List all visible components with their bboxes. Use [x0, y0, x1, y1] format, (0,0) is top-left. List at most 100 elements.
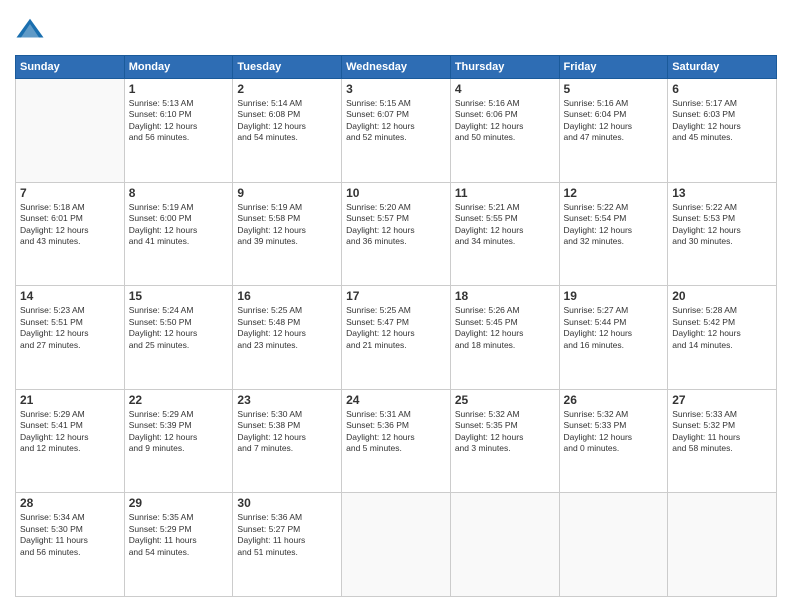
day-number: 15 — [129, 289, 229, 303]
cell-content: Sunrise: 5:14 AM Sunset: 6:08 PM Dayligh… — [237, 98, 337, 144]
calendar-cell: 27 Sunrise: 5:33 AM Sunset: 5:32 PM Dayli… — [668, 389, 777, 493]
cell-content: Sunrise: 5:27 AM Sunset: 5:44 PM Dayligh… — [564, 305, 664, 351]
day-number: 23 — [237, 393, 337, 407]
cell-content: Sunrise: 5:33 AM Sunset: 5:32 PM Dayligh… — [672, 409, 772, 455]
cell-content: Sunrise: 5:34 AM Sunset: 5:30 PM Dayligh… — [20, 512, 120, 558]
day-number: 17 — [346, 289, 446, 303]
day-number: 19 — [564, 289, 664, 303]
calendar-cell: 3 Sunrise: 5:15 AM Sunset: 6:07 PM Daylig… — [342, 79, 451, 183]
day-number: 1 — [129, 82, 229, 96]
cell-content: Sunrise: 5:32 AM Sunset: 5:35 PM Dayligh… — [455, 409, 555, 455]
cell-content: Sunrise: 5:16 AM Sunset: 6:04 PM Dayligh… — [564, 98, 664, 144]
calendar-cell: 19 Sunrise: 5:27 AM Sunset: 5:44 PM Dayli… — [559, 286, 668, 390]
cell-content: Sunrise: 5:30 AM Sunset: 5:38 PM Dayligh… — [237, 409, 337, 455]
calendar-cell: 13Sunrise: 5:22 AM Sunset: 5:53 PM Dayli… — [668, 182, 777, 286]
day-number: 9 — [237, 186, 337, 200]
cell-content: Sunrise: 5:16 AM Sunset: 6:06 PM Dayligh… — [455, 98, 555, 144]
day-number: 29 — [129, 496, 229, 510]
header — [15, 15, 777, 45]
cell-content: Sunrise: 5:32 AM Sunset: 5:33 PM Dayligh… — [564, 409, 664, 455]
day-number: 20 — [672, 289, 772, 303]
cell-content: Sunrise: 5:25 AM Sunset: 5:48 PM Dayligh… — [237, 305, 337, 351]
day-number: 30 — [237, 496, 337, 510]
cell-content: Sunrise: 5:25 AM Sunset: 5:47 PM Dayligh… — [346, 305, 446, 351]
calendar-cell — [559, 493, 668, 597]
day-number: 2 — [237, 82, 337, 96]
calendar-cell: 12 Sunrise: 5:22 AM Sunset: 5:54 PM Dayli… — [559, 182, 668, 286]
day-number: 12 — [564, 186, 664, 200]
week-row-2: 7Sunrise: 5:18 AM Sunset: 6:01 PM Daylig… — [16, 182, 777, 286]
cell-content: Sunrise: 5:23 AM Sunset: 5:51 PM Dayligh… — [20, 305, 120, 351]
cell-content: Sunrise: 5:31 AM Sunset: 5:36 PM Dayligh… — [346, 409, 446, 455]
calendar-cell: 26 Sunrise: 5:32 AM Sunset: 5:33 PM Dayli… — [559, 389, 668, 493]
calendar-cell: 17 Sunrise: 5:25 AM Sunset: 5:47 PM Dayli… — [342, 286, 451, 390]
calendar-header: SundayMondayTuesdayWednesdayThursdayFrid… — [16, 56, 777, 79]
calendar-cell: 7Sunrise: 5:18 AM Sunset: 6:01 PM Daylig… — [16, 182, 125, 286]
logo-icon — [15, 15, 45, 45]
calendar-cell: 20 Sunrise: 5:28 AM Sunset: 5:42 PM Dayli… — [668, 286, 777, 390]
weekday-row: SundayMondayTuesdayWednesdayThursdayFrid… — [16, 56, 777, 79]
week-row-3: 14Sunrise: 5:23 AM Sunset: 5:51 PM Dayli… — [16, 286, 777, 390]
cell-content: Sunrise: 5:36 AM Sunset: 5:27 PM Dayligh… — [237, 512, 337, 558]
cell-content: Sunrise: 5:22 AM Sunset: 5:54 PM Dayligh… — [564, 202, 664, 248]
calendar-cell: 28 Sunrise: 5:34 AM Sunset: 5:30 PM Dayli… — [16, 493, 125, 597]
day-number: 26 — [564, 393, 664, 407]
calendar-cell: 6Sunrise: 5:17 AM Sunset: 6:03 PM Daylig… — [668, 79, 777, 183]
day-number: 18 — [455, 289, 555, 303]
calendar-body: 1 Sunrise: 5:13 AM Sunset: 6:10 PM Daylig… — [16, 79, 777, 597]
cell-content: Sunrise: 5:29 AM Sunset: 5:41 PM Dayligh… — [20, 409, 120, 455]
day-number: 4 — [455, 82, 555, 96]
calendar-cell — [450, 493, 559, 597]
weekday-tuesday: Tuesday — [233, 56, 342, 79]
calendar-cell — [342, 493, 451, 597]
calendar-cell: 21 Sunrise: 5:29 AM Sunset: 5:41 PM Dayli… — [16, 389, 125, 493]
cell-content: Sunrise: 5:15 AM Sunset: 6:07 PM Dayligh… — [346, 98, 446, 144]
day-number: 13 — [672, 186, 772, 200]
cell-content: Sunrise: 5:26 AM Sunset: 5:45 PM Dayligh… — [455, 305, 555, 351]
calendar-cell: 14Sunrise: 5:23 AM Sunset: 5:51 PM Dayli… — [16, 286, 125, 390]
weekday-sunday: Sunday — [16, 56, 125, 79]
cell-content: Sunrise: 5:35 AM Sunset: 5:29 PM Dayligh… — [129, 512, 229, 558]
calendar-cell: 5 Sunrise: 5:16 AM Sunset: 6:04 PM Daylig… — [559, 79, 668, 183]
day-number: 25 — [455, 393, 555, 407]
cell-content: Sunrise: 5:13 AM Sunset: 6:10 PM Dayligh… — [129, 98, 229, 144]
week-row-4: 21 Sunrise: 5:29 AM Sunset: 5:41 PM Dayli… — [16, 389, 777, 493]
calendar-cell: 18 Sunrise: 5:26 AM Sunset: 5:45 PM Dayli… — [450, 286, 559, 390]
cell-content: Sunrise: 5:28 AM Sunset: 5:42 PM Dayligh… — [672, 305, 772, 351]
day-number: 24 — [346, 393, 446, 407]
cell-content: Sunrise: 5:18 AM Sunset: 6:01 PM Dayligh… — [20, 202, 120, 248]
day-number: 21 — [20, 393, 120, 407]
day-number: 11 — [455, 186, 555, 200]
calendar-cell — [668, 493, 777, 597]
calendar-cell: 16 Sunrise: 5:25 AM Sunset: 5:48 PM Dayli… — [233, 286, 342, 390]
cell-content: Sunrise: 5:17 AM Sunset: 6:03 PM Dayligh… — [672, 98, 772, 144]
weekday-thursday: Thursday — [450, 56, 559, 79]
day-number: 27 — [672, 393, 772, 407]
calendar: SundayMondayTuesdayWednesdayThursdayFrid… — [15, 55, 777, 597]
calendar-cell: 2 Sunrise: 5:14 AM Sunset: 6:08 PM Daylig… — [233, 79, 342, 183]
day-number: 3 — [346, 82, 446, 96]
calendar-cell: 15Sunrise: 5:24 AM Sunset: 5:50 PM Dayli… — [124, 286, 233, 390]
day-number: 10 — [346, 186, 446, 200]
cell-content: Sunrise: 5:19 AM Sunset: 5:58 PM Dayligh… — [237, 202, 337, 248]
page: SundayMondayTuesdayWednesdayThursdayFrid… — [0, 0, 792, 612]
weekday-monday: Monday — [124, 56, 233, 79]
cell-content: Sunrise: 5:21 AM Sunset: 5:55 PM Dayligh… — [455, 202, 555, 248]
cell-content: Sunrise: 5:29 AM Sunset: 5:39 PM Dayligh… — [129, 409, 229, 455]
day-number: 28 — [20, 496, 120, 510]
weekday-wednesday: Wednesday — [342, 56, 451, 79]
calendar-cell: 10 Sunrise: 5:20 AM Sunset: 5:57 PM Dayli… — [342, 182, 451, 286]
week-row-5: 28 Sunrise: 5:34 AM Sunset: 5:30 PM Dayli… — [16, 493, 777, 597]
day-number: 16 — [237, 289, 337, 303]
day-number: 8 — [129, 186, 229, 200]
calendar-cell: 4 Sunrise: 5:16 AM Sunset: 6:06 PM Daylig… — [450, 79, 559, 183]
week-row-1: 1 Sunrise: 5:13 AM Sunset: 6:10 PM Daylig… — [16, 79, 777, 183]
calendar-cell: 22Sunrise: 5:29 AM Sunset: 5:39 PM Dayli… — [124, 389, 233, 493]
cell-content: Sunrise: 5:19 AM Sunset: 6:00 PM Dayligh… — [129, 202, 229, 248]
calendar-cell: 30 Sunrise: 5:36 AM Sunset: 5:27 PM Dayli… — [233, 493, 342, 597]
cell-content: Sunrise: 5:20 AM Sunset: 5:57 PM Dayligh… — [346, 202, 446, 248]
calendar-cell: 9 Sunrise: 5:19 AM Sunset: 5:58 PM Daylig… — [233, 182, 342, 286]
day-number: 5 — [564, 82, 664, 96]
calendar-cell: 29 Sunrise: 5:35 AM Sunset: 5:29 PM Dayli… — [124, 493, 233, 597]
calendar-cell: 11 Sunrise: 5:21 AM Sunset: 5:55 PM Dayli… — [450, 182, 559, 286]
